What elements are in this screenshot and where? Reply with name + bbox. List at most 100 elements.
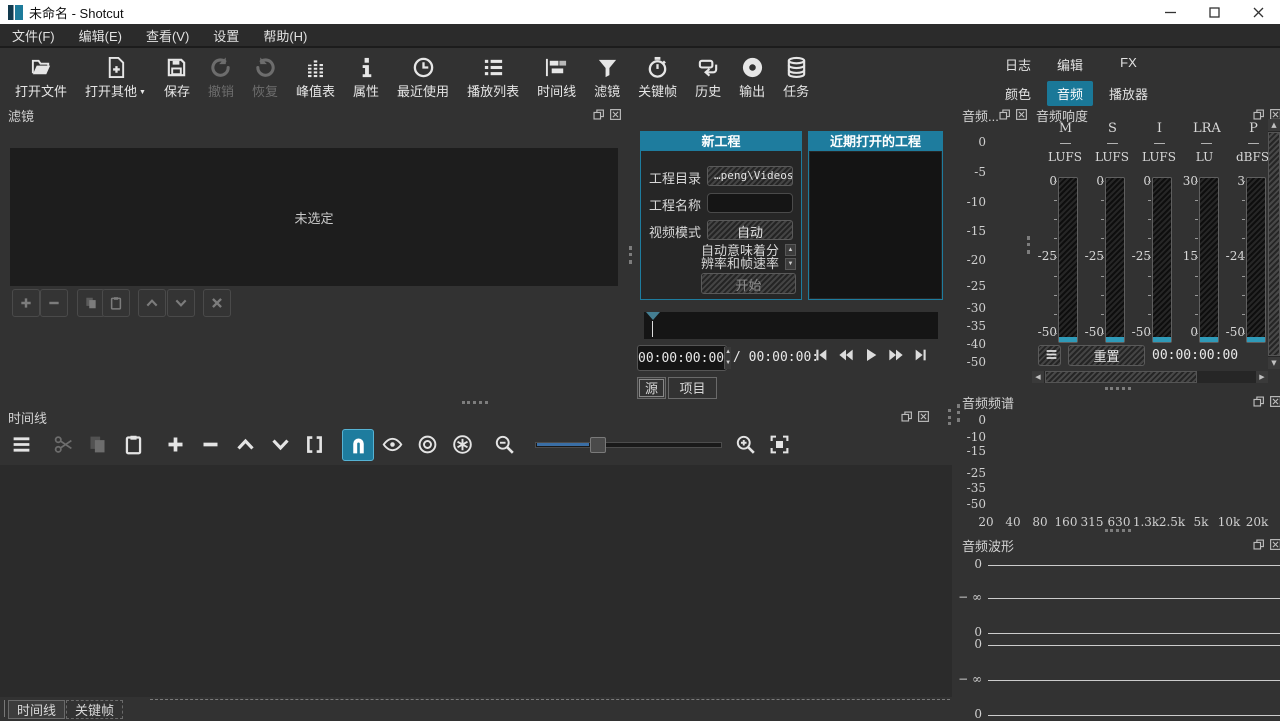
toolbar-button-open-other[interactable]: 打开其他▼ xyxy=(76,52,155,102)
timeline-button-zoom-fit[interactable] xyxy=(764,429,794,459)
zoom-slider-handle[interactable] xyxy=(590,437,606,453)
timeline-button-paste[interactable] xyxy=(118,429,148,459)
toolbar-button-open-file[interactable]: 打开文件 xyxy=(6,52,76,102)
toolbar-button-history[interactable]: 历史 xyxy=(686,52,730,102)
timeline-button-zoom-out[interactable] xyxy=(489,429,519,459)
filter-action-chevron-up[interactable] xyxy=(138,289,166,317)
toolbar-button-timeline[interactable]: 时间线 xyxy=(528,52,585,102)
vscroll-thumb[interactable] xyxy=(1268,132,1280,356)
float-panel-icon[interactable] xyxy=(900,410,913,423)
float-panel-icon[interactable] xyxy=(1252,108,1265,121)
filter-action-chevron-down[interactable] xyxy=(167,289,195,317)
toolbar-button-save[interactable]: 保存 xyxy=(155,52,199,102)
timeline-button-ripple[interactable] xyxy=(412,429,442,459)
timeline-button-copy[interactable] xyxy=(82,429,112,459)
spin-up-icon[interactable]: ▲ xyxy=(725,347,731,358)
float-panel-icon[interactable] xyxy=(1252,395,1265,408)
skip-end-button[interactable] xyxy=(913,347,929,363)
plus-icon xyxy=(165,434,186,455)
close-panel-icon[interactable] xyxy=(1269,395,1280,408)
timeline-button-menu[interactable] xyxy=(6,429,36,459)
filter-action-minus[interactable] xyxy=(40,289,68,317)
player-scrubber[interactable] xyxy=(644,312,938,339)
maximize-button[interactable] xyxy=(1192,0,1236,24)
close-panel-icon[interactable] xyxy=(1269,538,1280,551)
layout-button-日志[interactable]: 日志 xyxy=(995,52,1041,77)
vertical-splitter-handle[interactable] xyxy=(957,404,960,422)
float-panel-icon[interactable] xyxy=(592,108,605,121)
minimize-button[interactable] xyxy=(1148,0,1192,24)
loudness-hscrollbar[interactable]: ◀ ▶ xyxy=(1032,371,1268,383)
timeline-button-minus[interactable] xyxy=(195,429,225,459)
position-timecode-field[interactable]: 00:00:00:00 ▲ ▼ xyxy=(637,345,727,371)
scroll-left-icon[interactable]: ◀ xyxy=(1032,371,1044,383)
fast-forward-button[interactable] xyxy=(888,347,904,363)
timeline-button-scrub[interactable] xyxy=(377,429,407,459)
vertical-splitter-handle[interactable] xyxy=(948,409,951,425)
close-panel-icon[interactable] xyxy=(917,410,930,423)
close-panel-icon[interactable] xyxy=(609,108,622,121)
toolbar-button-jobs[interactable]: 任务 xyxy=(774,52,818,102)
menu-item[interactable]: 编辑(E) xyxy=(67,26,134,45)
start-button[interactable]: 开始 xyxy=(701,273,796,294)
timeline-button-split[interactable] xyxy=(299,429,329,459)
filter-action-plus[interactable] xyxy=(12,289,40,317)
toolbar-button-keyframes[interactable]: 关键帧 xyxy=(629,52,686,102)
scroll-up-icon[interactable]: ▲ xyxy=(1268,119,1280,131)
dock-tab-关键帧[interactable]: 关键帧 xyxy=(66,700,123,719)
menu-item[interactable]: 查看(V) xyxy=(134,26,201,45)
timeline-button-chevron-up[interactable] xyxy=(230,429,260,459)
minus-icon xyxy=(47,296,61,310)
spin-down-icon[interactable]: ▼ xyxy=(725,358,731,369)
filter-action-paste[interactable] xyxy=(102,289,130,317)
close-panel-icon[interactable] xyxy=(1015,108,1028,121)
close-button[interactable] xyxy=(1236,0,1280,24)
menu-item[interactable]: 文件(F) xyxy=(0,26,67,45)
video-mode-dropdown[interactable]: 自动 xyxy=(707,220,793,240)
timeline-button-snap[interactable] xyxy=(342,429,374,461)
skip-start-button[interactable] xyxy=(813,347,829,363)
loudness-vscrollbar[interactable]: ▲ ▼ xyxy=(1268,119,1280,369)
hscroll-thumb[interactable] xyxy=(1045,371,1197,383)
spin-down-icon[interactable]: ▼ xyxy=(785,258,796,270)
playhead-icon[interactable] xyxy=(646,312,660,320)
toolbar-button-filters[interactable]: 滤镜 xyxy=(585,52,629,102)
horizontal-splitter-handle[interactable] xyxy=(1105,529,1131,532)
timeline-button-zoom-in[interactable] xyxy=(730,429,760,459)
layout-button-FX[interactable]: FX xyxy=(1099,52,1158,77)
float-panel-icon[interactable] xyxy=(998,108,1011,121)
horizontal-splitter-handle[interactable] xyxy=(462,401,488,404)
timeline-zoom-slider[interactable] xyxy=(535,437,720,451)
toolbar-button-undo[interactable]: 撤销 xyxy=(199,52,243,102)
loudness-menu-button[interactable] xyxy=(1038,345,1061,366)
toolbar-button-recent[interactable]: 最近使用 xyxy=(388,52,458,102)
timeline-button-ripple-all[interactable] xyxy=(447,429,477,459)
rewind-button[interactable] xyxy=(838,347,854,363)
project-dir-button[interactable]: …peng\Videos xyxy=(707,166,793,186)
play-button[interactable] xyxy=(863,347,879,363)
float-panel-icon[interactable] xyxy=(1252,538,1265,551)
timeline-button-chevron-down[interactable] xyxy=(265,429,295,459)
project-name-input[interactable] xyxy=(707,193,793,213)
timeline-tracks-area[interactable] xyxy=(0,465,952,697)
player-tab-源[interactable]: 源 xyxy=(637,377,666,399)
scroll-down-icon[interactable]: ▼ xyxy=(1268,357,1280,369)
toolbar-button-export[interactable]: 输出 xyxy=(730,52,774,102)
layout-button-编辑[interactable]: 编辑 xyxy=(1047,52,1093,77)
loudness-reset-button[interactable]: 重置 xyxy=(1068,345,1145,366)
filter-action-copy[interactable] xyxy=(77,289,105,317)
toolbar-button-redo[interactable]: 恢复 xyxy=(243,52,287,102)
toolbar-button-playlist[interactable]: 播放列表 xyxy=(458,52,528,102)
toolbar-button-peak-meter[interactable]: 峰值表 xyxy=(287,52,344,102)
timeline-button-cut[interactable] xyxy=(48,429,78,459)
recent-projects-list[interactable] xyxy=(810,152,941,298)
toolbar-button-properties[interactable]: 属性 xyxy=(344,52,388,102)
spin-up-icon[interactable]: ▲ xyxy=(785,244,796,256)
filter-action-close-x[interactable] xyxy=(203,289,231,317)
menu-item[interactable]: 设置 xyxy=(201,26,251,45)
scroll-right-icon[interactable]: ▶ xyxy=(1256,371,1268,383)
menu-item[interactable]: 帮助(H) xyxy=(251,26,319,45)
dock-tab-时间线[interactable]: 时间线 xyxy=(8,700,65,719)
player-tab-项目[interactable]: 项目 xyxy=(668,377,717,399)
timeline-button-plus[interactable] xyxy=(160,429,190,459)
